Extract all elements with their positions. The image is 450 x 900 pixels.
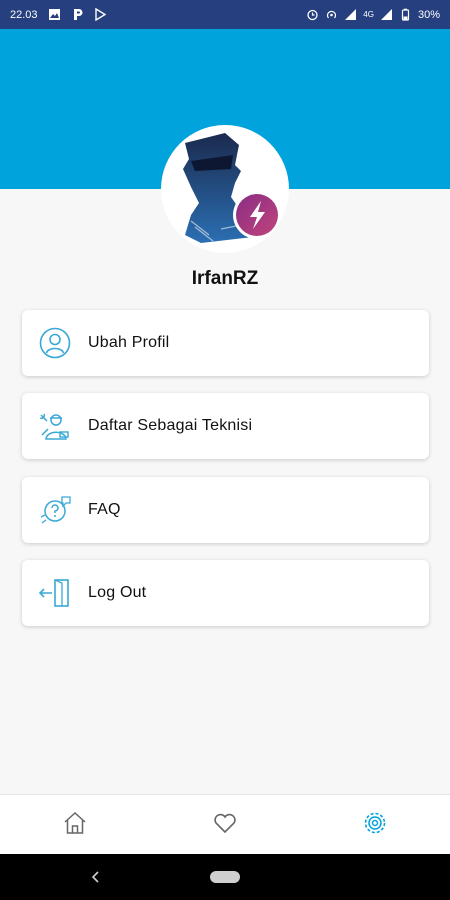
faq-icon [38, 493, 72, 527]
home-icon [62, 810, 88, 841]
menu-item-label: Log Out [88, 584, 147, 601]
gear-icon [361, 809, 389, 842]
back-icon[interactable] [86, 867, 106, 887]
status-bar: 22.03 4G 30% [0, 0, 450, 29]
nav-settings[interactable] [355, 805, 395, 845]
menu-item-label: Daftar Sebagai Teknisi [88, 417, 253, 434]
username: IrfanRZ [191, 268, 259, 289]
nav-home[interactable] [55, 805, 95, 845]
menu-item-label: FAQ [88, 501, 121, 518]
user-icon [38, 326, 72, 360]
avatar-illustration [183, 133, 281, 243]
logout-icon [38, 576, 72, 610]
bottom-navigation [0, 794, 450, 855]
hotspot-icon [325, 8, 338, 21]
technician-icon [38, 409, 72, 443]
menu-item-label: Ubah Profil [88, 334, 170, 351]
nav-favorites[interactable] [205, 805, 245, 845]
home-gesture-pill[interactable] [210, 871, 240, 883]
heart-icon [212, 810, 238, 841]
image-icon [48, 8, 61, 21]
menu-item-log-out[interactable]: Log Out [22, 560, 429, 626]
status-time: 22.03 [10, 8, 38, 21]
network-type: 4G [363, 10, 374, 19]
p-app-icon [71, 8, 84, 21]
avatar[interactable] [161, 125, 289, 253]
menu-item-register-technician[interactable]: Daftar Sebagai Teknisi [22, 393, 429, 459]
system-navigation-bar [0, 854, 450, 900]
menu-item-faq[interactable]: FAQ [22, 477, 429, 543]
battery-icon [399, 8, 412, 21]
menu-item-edit-profile[interactable]: Ubah Profil [22, 310, 429, 376]
signal-icon [344, 8, 357, 21]
play-store-icon [94, 7, 107, 22]
alarm-icon [306, 8, 319, 21]
signal-4g-icon [380, 8, 393, 21]
battery-level: 30% [417, 8, 440, 21]
